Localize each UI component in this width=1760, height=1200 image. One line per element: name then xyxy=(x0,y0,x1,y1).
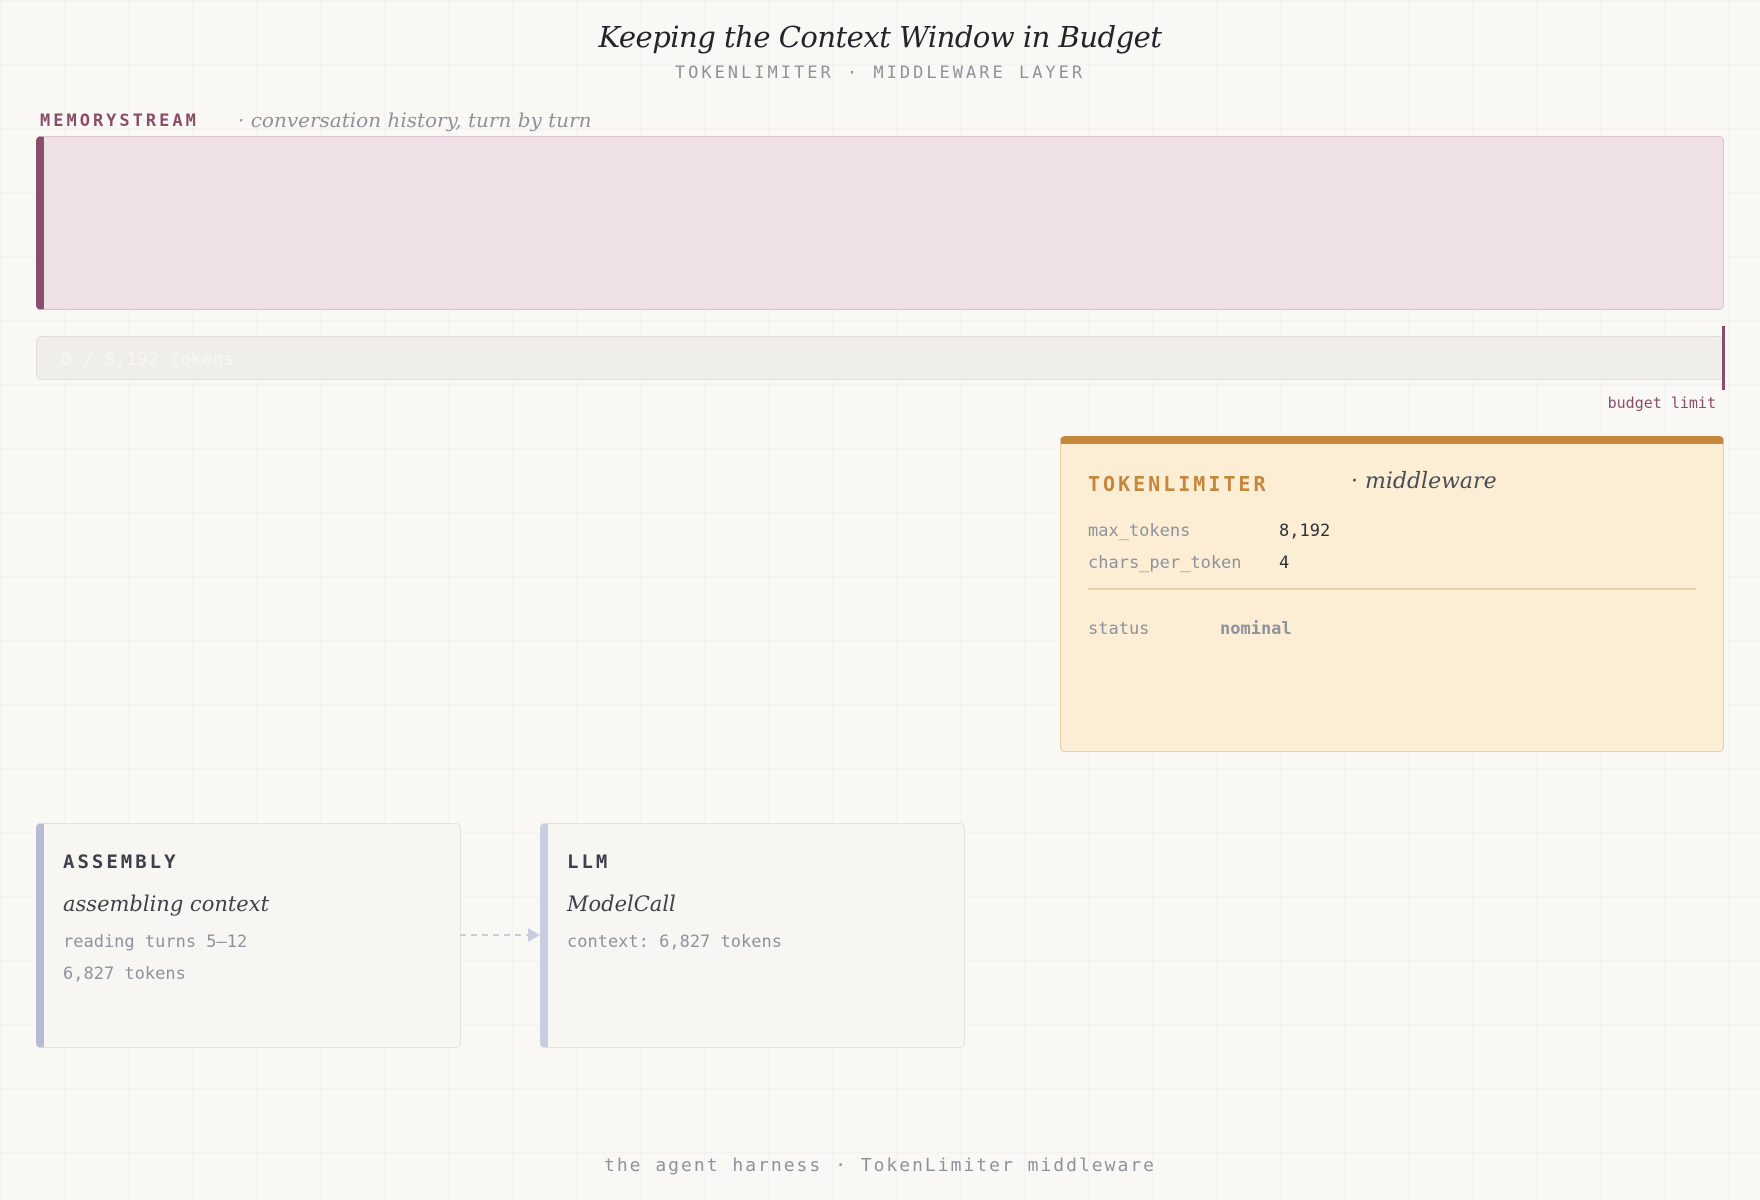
footer-caption: the agent harness · TokenLimiter middlew… xyxy=(604,1155,1156,1176)
llm-stage-description: ModelCall xyxy=(567,892,676,916)
param-chars-per-token-key: chars_per_token xyxy=(1088,553,1242,573)
status-value: nominal xyxy=(1220,619,1292,639)
memorystream-panel xyxy=(36,136,1724,310)
memorystream-label: MEMORYSTREAM xyxy=(40,111,199,131)
flow-arrow-icon xyxy=(460,928,540,942)
assembly-turns-line: reading turns 5–12 xyxy=(63,932,248,952)
token-budget-readout: 0 / 8,192 tokens xyxy=(61,349,235,370)
budget-limit-marker xyxy=(1722,326,1725,390)
param-max-tokens-value: 8,192 xyxy=(1279,521,1331,541)
llm-context-line: context: 6,827 tokens xyxy=(567,932,782,952)
tokenlimiter-card: TOKENLIMITER · middleware max_tokens 8,1… xyxy=(1060,436,1724,752)
diagram-subtitle: TOKENLIMITER · MIDDLEWARE LAYER xyxy=(674,63,1086,83)
assembly-token-count: 6,827 tokens xyxy=(63,964,186,984)
status-key: status xyxy=(1088,619,1150,639)
assembly-stage-description: assembling context xyxy=(63,892,270,916)
token-budget-bar: 0 / 8,192 tokens xyxy=(36,336,1724,380)
assembly-stage-name: ASSEMBLY xyxy=(63,851,179,873)
llm-stage-name: LLM xyxy=(567,851,611,873)
tokenlimiter-kind: · middleware xyxy=(1351,469,1497,494)
llm-stage-card: LLM ModelCall context: 6,827 tokens xyxy=(540,823,965,1048)
budget-limit-label: budget limit xyxy=(1607,394,1716,412)
param-chars-per-token-value: 4 xyxy=(1279,553,1290,573)
param-max-tokens-key: max_tokens xyxy=(1088,521,1191,541)
tokenlimiter-divider xyxy=(1088,588,1696,590)
memorystream-description: · conversation history, turn by turn xyxy=(238,108,592,132)
assembly-stage-card: ASSEMBLY assembling context reading turn… xyxy=(36,823,461,1048)
tokenlimiter-name: TOKENLIMITER xyxy=(1088,472,1269,496)
diagram-title: Keeping the Context Window in Budget xyxy=(598,20,1162,54)
